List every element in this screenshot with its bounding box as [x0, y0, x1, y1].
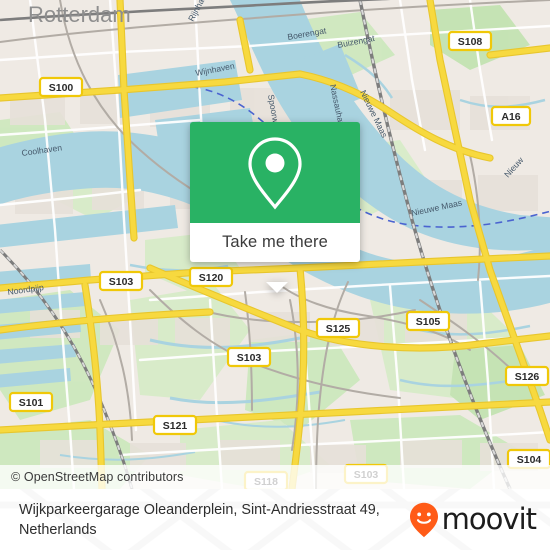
- svg-text:S108: S108: [458, 36, 483, 48]
- svg-text:S101: S101: [19, 397, 44, 409]
- take-me-there-button[interactable]: Take me there: [190, 223, 360, 262]
- svg-text:S103: S103: [109, 276, 134, 288]
- svg-text:S103: S103: [237, 352, 262, 364]
- take-me-there-label: Take me there: [222, 233, 328, 251]
- map-popup-card[interactable]: Take me there: [190, 122, 360, 293]
- svg-text:S125: S125: [326, 323, 351, 335]
- svg-text:S120: S120: [199, 272, 224, 284]
- osm-attribution: © OpenStreetMap contributors: [0, 465, 550, 489]
- address-text: Wijkparkeergarage Oleanderplein, Sint-An…: [19, 501, 380, 538]
- screenshot-root: .land{fill:#efeae4} .bld{fill:#e6e0d8} .…: [0, 0, 550, 550]
- footer-bar: Wijkparkeergarage Oleanderplein, Sint-An…: [0, 489, 550, 550]
- svg-text:S126: S126: [515, 371, 540, 383]
- footer-content: Wijkparkeergarage Oleanderplein, Sint-An…: [0, 489, 550, 550]
- popup-tail: [266, 282, 288, 293]
- svg-text:S105: S105: [416, 316, 441, 328]
- svg-text:A16: A16: [501, 111, 520, 123]
- svg-text:S100: S100: [49, 82, 74, 94]
- map-pin-icon: [248, 136, 302, 210]
- svg-text:S121: S121: [163, 420, 188, 432]
- moovit-pin-smile-icon: [409, 502, 438, 537]
- moovit-wordmark: moovit: [441, 502, 537, 536]
- map-label-rotterdam: Rotterdam: [28, 2, 131, 27]
- osm-attribution-text: © OpenStreetMap contributors: [11, 470, 184, 484]
- popup-icon-area: [190, 122, 360, 223]
- moovit-logo[interactable]: moovit: [409, 502, 537, 538]
